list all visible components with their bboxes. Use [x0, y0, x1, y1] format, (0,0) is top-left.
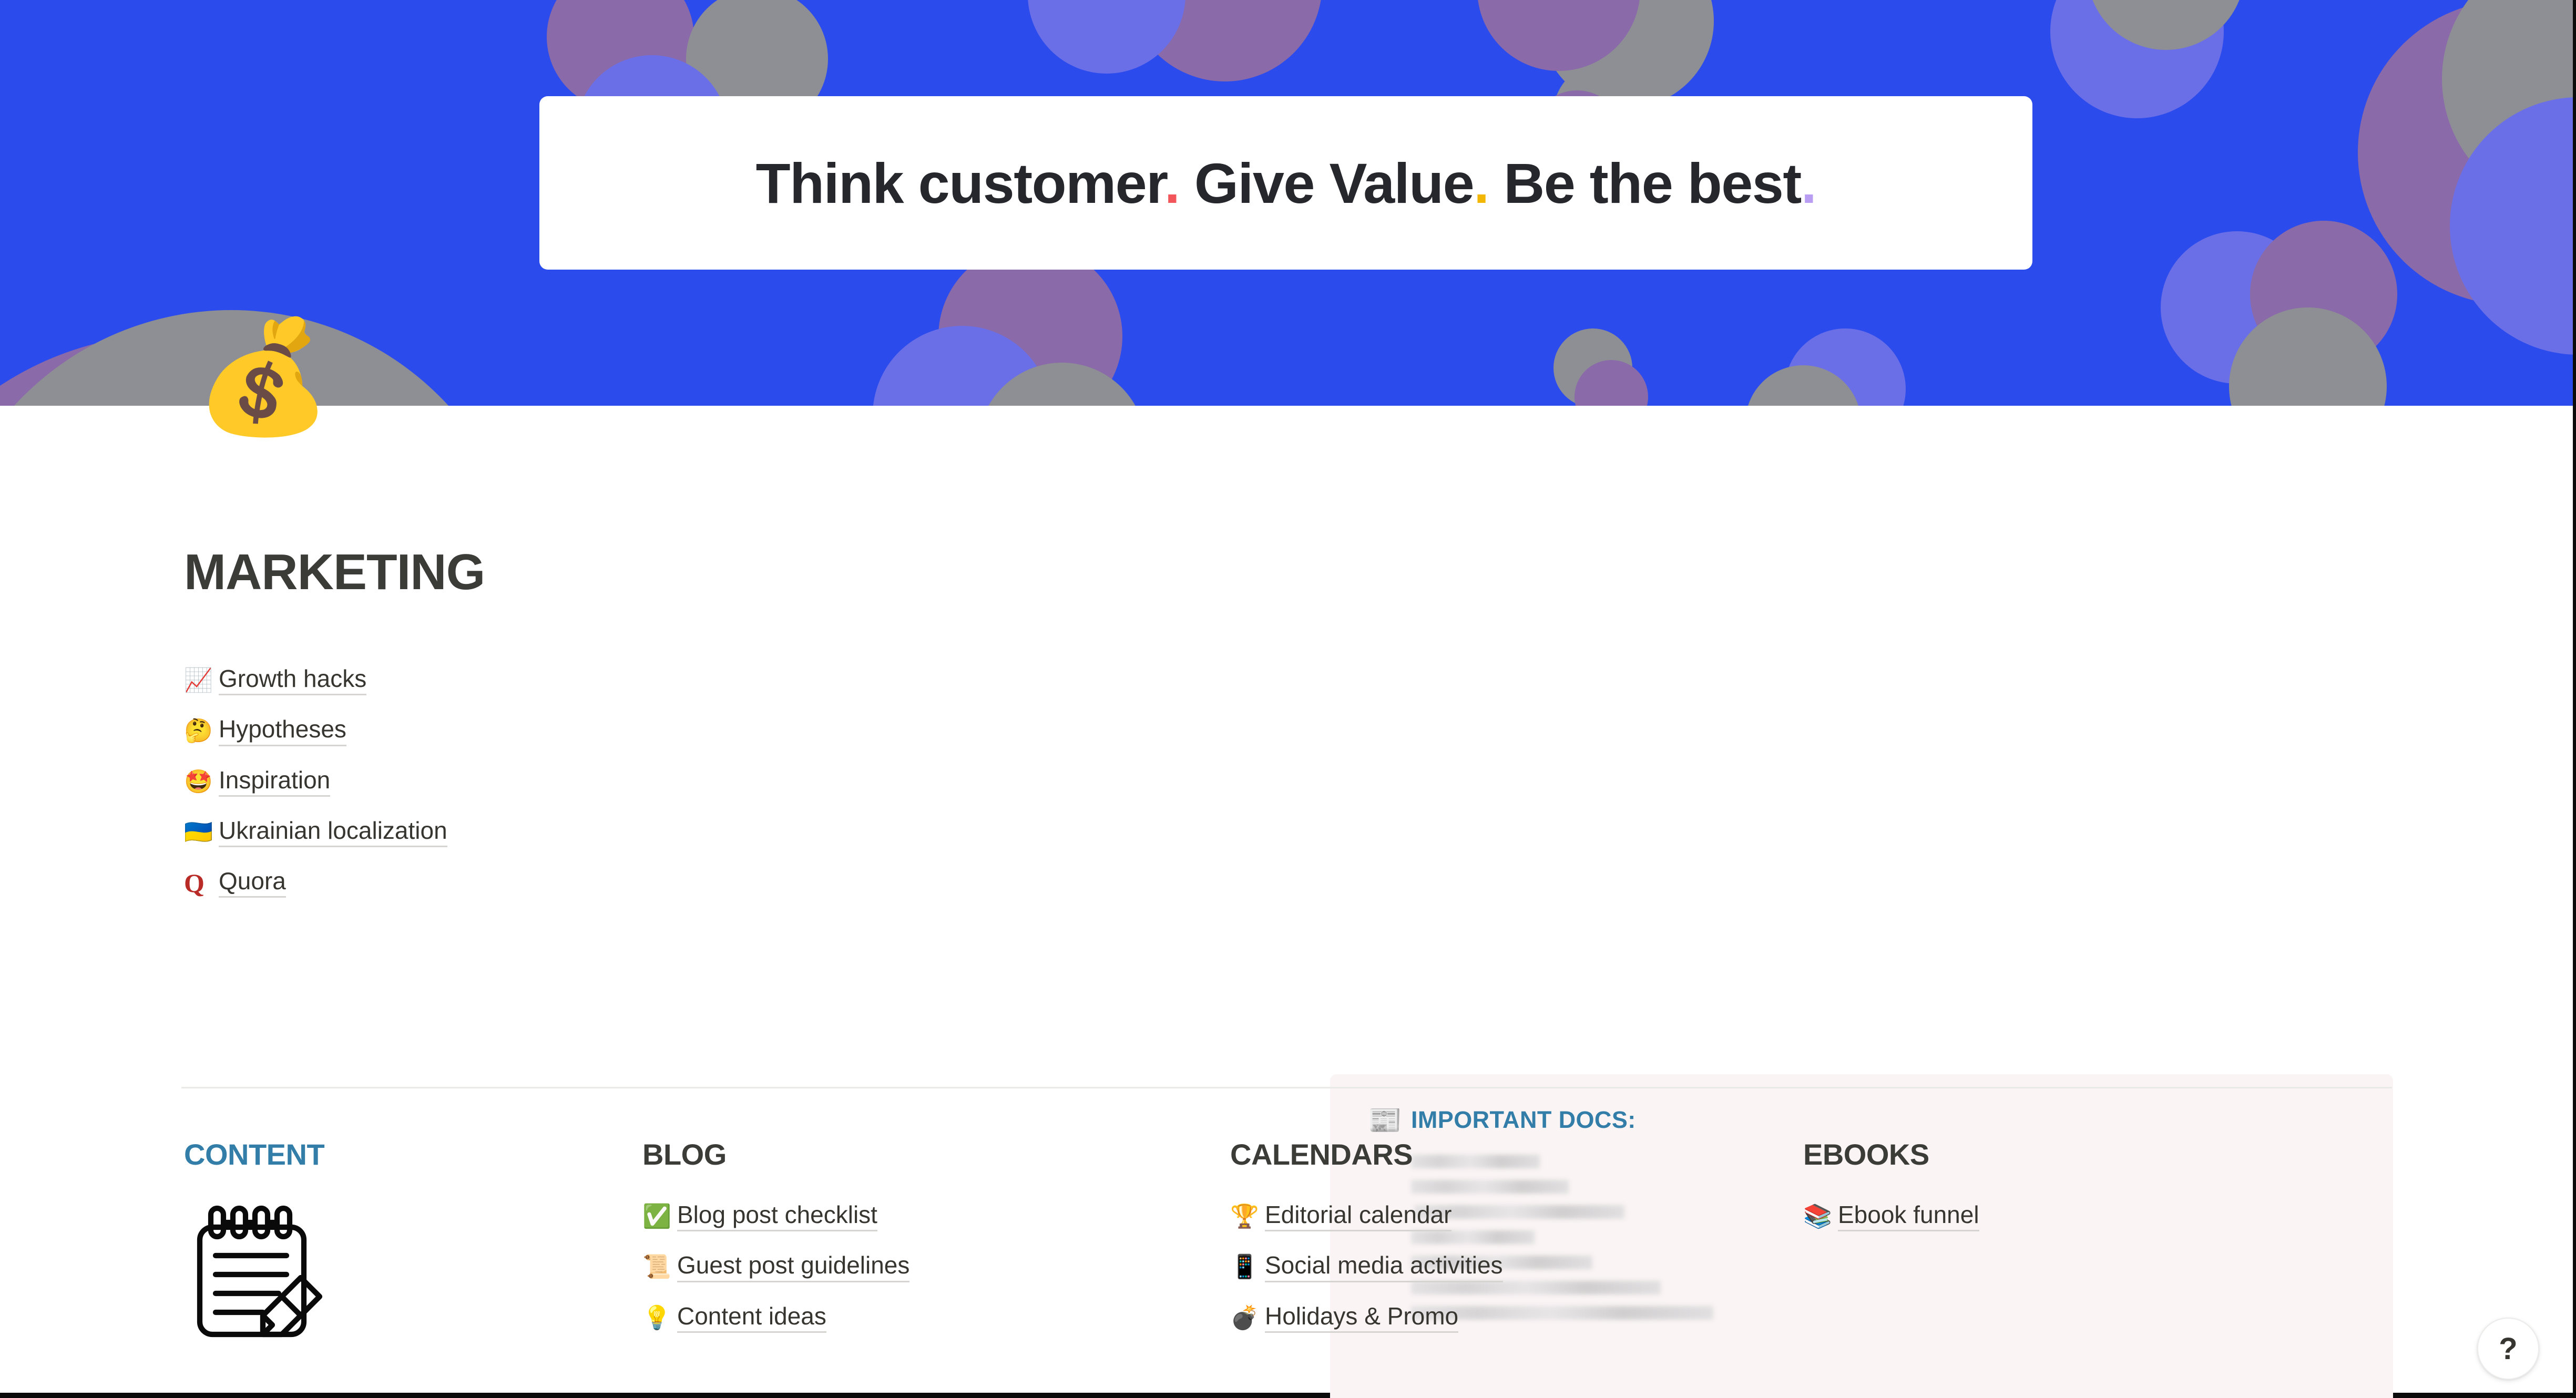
column-title: EBOOKS: [1803, 1138, 1929, 1171]
list-item[interactable]: 💡 Content ideas: [642, 1303, 1189, 1333]
bomb-emoji: 💣: [1230, 1304, 1259, 1331]
notepad-with-pencil-illustration: [184, 1199, 615, 1359]
newspaper-emoji: 📰: [1368, 1105, 1402, 1136]
help-button[interactable]: ?: [2477, 1318, 2539, 1380]
quora-logo-icon: Q: [184, 868, 205, 898]
list-item[interactable]: 🤔 Hypotheses: [184, 716, 447, 746]
list-item-label[interactable]: Ukrainian localization: [219, 818, 447, 848]
trophy-emoji: 🏆: [1230, 1204, 1259, 1230]
list-item-label[interactable]: Holidays & Promo: [1265, 1303, 1459, 1333]
column-blog: BLOG ✅ Blog post checklist 📜 Guest post …: [642, 1137, 1189, 1354]
banner-dot-purple: .: [1801, 151, 1817, 215]
list-item-label[interactable]: Social media activities: [1265, 1252, 1503, 1282]
column-ebooks: EBOOKS 📚 Ebook funnel: [1803, 1137, 2350, 1252]
marketing-link-list: 📈 Growth hacks 🤔 Hypotheses 🤩 Inspiratio…: [184, 666, 447, 919]
list-item-label[interactable]: Editorial calendar: [1265, 1202, 1452, 1232]
list-item[interactable]: Q Quora: [184, 868, 447, 898]
money-bag-emoji[interactable]: 💰: [195, 322, 332, 432]
callout-title: IMPORTANT DOCS:: [1411, 1106, 1636, 1133]
banner-part-3: Be the best: [1504, 151, 1802, 215]
question-mark-icon: ?: [2499, 1331, 2518, 1366]
list-item-label[interactable]: Hypotheses: [219, 716, 346, 746]
list-item[interactable]: 📚 Ebook funnel: [1803, 1202, 2350, 1232]
list-item[interactable]: 💣 Holidays & Promo: [1230, 1303, 1777, 1333]
banner-slogan: Think customer. Give Value. Be the best.: [755, 150, 1817, 216]
chart-increasing-emoji: 📈: [184, 667, 213, 694]
list-item[interactable]: 🏆 Editorial calendar: [1230, 1202, 1777, 1232]
star-struck-emoji: 🤩: [184, 768, 213, 795]
column-calendars: CALENDARS 🏆 Editorial calendar 📱 Social …: [1230, 1137, 1777, 1354]
banner-part-1: Think customer: [755, 151, 1166, 215]
list-item-label[interactable]: Inspiration: [219, 767, 331, 797]
list-item-label[interactable]: Content ideas: [677, 1303, 826, 1333]
mobile-phone-emoji: 📱: [1230, 1254, 1259, 1280]
list-item-label[interactable]: Ebook funnel: [1838, 1202, 1979, 1232]
column-title: CALENDARS: [1230, 1138, 1413, 1171]
column-title: CONTENT: [184, 1138, 325, 1171]
cover-banner-card: Think customer. Give Value. Be the best.: [539, 96, 2032, 270]
books-emoji: 📚: [1803, 1204, 1832, 1230]
banner-dot-yellow: .: [1474, 151, 1489, 215]
list-item[interactable]: 📱 Social media activities: [1230, 1252, 1777, 1282]
scroll-emoji: 📜: [642, 1254, 671, 1280]
list-item[interactable]: 🇺🇦 Ukrainian localization: [184, 818, 447, 848]
banner-dot-red: .: [1164, 151, 1180, 215]
list-item[interactable]: 📜 Guest post guidelines: [642, 1252, 1189, 1282]
notion-page: Think customer. Give Value. Be the best.…: [0, 0, 2576, 1398]
list-item[interactable]: ✅ Blog post checklist: [642, 1202, 1189, 1232]
thinking-face-emoji: 🤔: [184, 718, 213, 744]
list-item[interactable]: 🤩 Inspiration: [184, 767, 447, 797]
page-cover-image[interactable]: Think customer. Give Value. Be the best.: [0, 0, 2573, 406]
page-title: MARKETING: [184, 544, 485, 600]
list-item[interactable]: 📈 Growth hacks: [184, 666, 447, 696]
list-item-label[interactable]: Blog post checklist: [677, 1202, 877, 1232]
list-item-label[interactable]: Growth hacks: [219, 666, 367, 696]
callout-header: 📰 IMPORTANT DOCS:: [1368, 1107, 2393, 1134]
notepad-icon: [197, 1205, 323, 1338]
light-bulb-emoji: 💡: [642, 1304, 671, 1331]
banner-part-2: Give Value: [1194, 151, 1475, 215]
section-divider: [181, 1087, 2392, 1088]
check-mark-button-emoji: ✅: [642, 1204, 671, 1230]
column-content: CONTENT: [184, 1137, 615, 1359]
ukraine-flag-emoji: 🇺🇦: [184, 819, 213, 846]
list-item-label[interactable]: Guest post guidelines: [677, 1252, 910, 1282]
list-item-label[interactable]: Quora: [219, 868, 286, 898]
column-title: BLOG: [642, 1138, 727, 1171]
